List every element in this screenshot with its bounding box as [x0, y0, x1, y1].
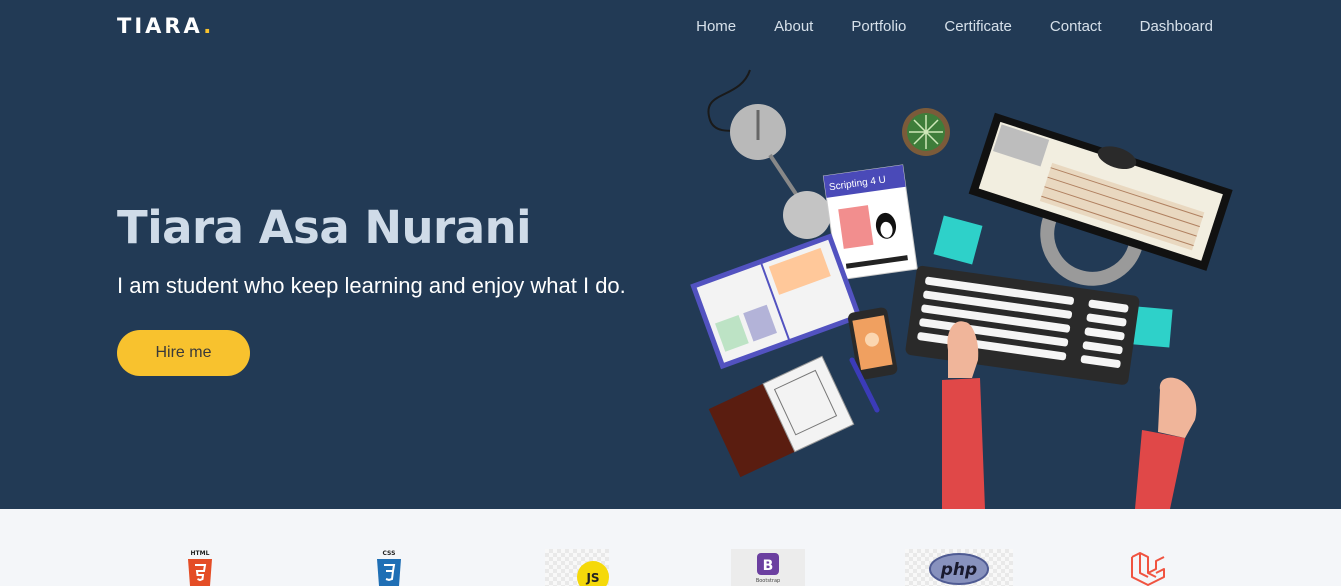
laravel-logo [1128, 549, 1168, 586]
sticky-note [933, 215, 983, 265]
brand-name: TIARA [117, 14, 204, 38]
hero-subtitle: I am student who keep learning and enjoy… [117, 273, 626, 298]
sticky-note [1133, 306, 1173, 348]
html-label: HTML [191, 550, 210, 557]
mouse-icon [707, 69, 831, 239]
js-label: JS [585, 571, 599, 585]
workspace-illustration: Scripting 4 U [690, 69, 1233, 509]
html5-shield-icon [188, 559, 212, 586]
nav-certificate[interactable]: Certificate [944, 18, 1012, 35]
bootstrap-label: Bootstrap [756, 578, 780, 584]
php-label: php [940, 560, 977, 580]
nav-contact[interactable]: Contact [1050, 18, 1102, 35]
bootstrap-logo: B Bootstrap [731, 549, 805, 586]
hire-me-button[interactable]: Hire me [117, 330, 250, 376]
nav-about[interactable]: About [774, 18, 813, 35]
nav-dashboard[interactable]: Dashboard [1140, 18, 1213, 35]
javascript-logo: JS [545, 549, 609, 586]
nav-home[interactable]: Home [696, 18, 736, 35]
plant-icon [902, 108, 950, 156]
html5-logo: HTML [186, 549, 214, 586]
hero-title: Tiara Asa Nurani [117, 201, 532, 254]
css3-logo: CSS [375, 549, 403, 586]
notebook-icon [690, 233, 862, 370]
main-nav: Home About Portfolio Certificate Contact… [658, 18, 1213, 35]
brand-dot: . [203, 14, 215, 38]
laravel-icon [1131, 552, 1165, 586]
hero-section: TIARA. Home About Portfolio Certificate … [0, 0, 1341, 509]
bootstrap-letter: B [763, 558, 774, 574]
journal-icon [708, 355, 855, 478]
css3-shield-icon [377, 559, 401, 586]
brand-logo[interactable]: TIARA. [117, 14, 214, 38]
nav-portfolio[interactable]: Portfolio [851, 18, 906, 35]
skills-section: HTML CSS JS B Bootstrap php [0, 509, 1341, 586]
css-label: CSS [383, 550, 396, 557]
php-logo: php [905, 549, 1013, 586]
